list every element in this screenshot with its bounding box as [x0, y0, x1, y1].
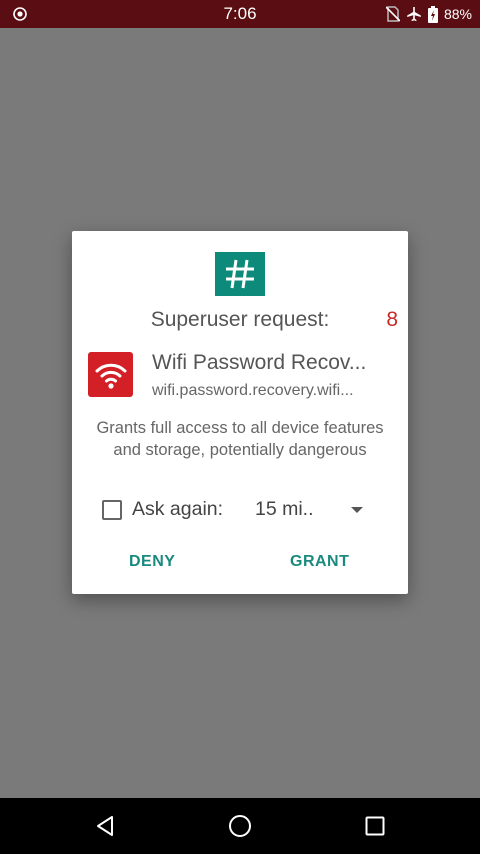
- chevron-down-icon[interactable]: [351, 507, 363, 513]
- deny-button[interactable]: DENY: [129, 553, 175, 571]
- battery-icon: [427, 5, 438, 23]
- home-icon[interactable]: [228, 814, 252, 838]
- superuser-logo: [215, 252, 265, 296]
- grant-button[interactable]: GRANT: [290, 553, 349, 571]
- back-icon[interactable]: [93, 814, 117, 838]
- ask-again-label: Ask again:: [132, 498, 224, 520]
- battery-percent: 88%: [443, 6, 472, 22]
- countdown-timer: 8: [386, 308, 398, 331]
- wifi-icon: [95, 363, 126, 389]
- recents-icon[interactable]: [363, 814, 387, 838]
- dialog-title: Superuser request:: [150, 308, 330, 331]
- app-name: Wifi Password Recov...: [152, 351, 367, 374]
- superuser-request-dialog: Superuser request: 8 Wifi Password Recov…: [72, 231, 408, 594]
- status-icons: 88%: [385, 5, 472, 23]
- ask-again-checkbox[interactable]: [102, 500, 122, 520]
- status-bar: 7:06 88%: [0, 0, 480, 28]
- duration-select[interactable]: 15 mi..: [255, 498, 314, 521]
- navigation-bar: [0, 798, 480, 854]
- hash-icon: [226, 259, 254, 289]
- no-sim-icon: [385, 6, 400, 22]
- ask-again-row: Ask again: 15 mi..: [102, 498, 392, 522]
- app-package: wifi.password.recovery.wifi...: [152, 382, 354, 399]
- app-icon: [88, 352, 133, 397]
- airplane-icon: [407, 7, 421, 22]
- warning-text: Grants full access to all device feature…: [96, 419, 384, 459]
